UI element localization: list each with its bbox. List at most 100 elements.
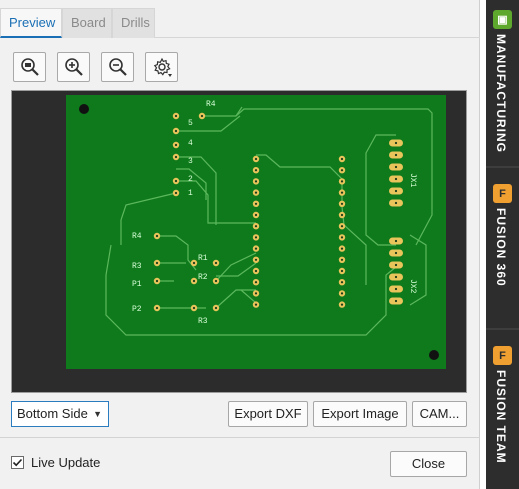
silk-label: R4 bbox=[206, 100, 216, 109]
cam-button[interactable]: CAM... bbox=[412, 401, 467, 427]
pcb-pad-hole bbox=[214, 279, 218, 283]
pcb-board: R4 5 4 3 2 1 R4 R1 R3 R2 P1 P2 R3 JX1 JX… bbox=[66, 95, 446, 369]
pcb-pad-hole bbox=[155, 261, 159, 265]
sidebar-item-fusion-team[interactable]: F FUSION TEAM bbox=[486, 338, 519, 468]
pcb-pad-hole bbox=[394, 165, 398, 169]
pcb-pad-hole bbox=[254, 191, 258, 194]
pcb-pad-hole bbox=[200, 114, 204, 118]
pcb-pad-hole bbox=[254, 281, 258, 284]
silk-label: R4 bbox=[132, 232, 142, 241]
settings-button[interactable] bbox=[145, 52, 178, 82]
pcb-pad-hole bbox=[254, 202, 258, 205]
pcb-pad-hole bbox=[214, 306, 218, 310]
silk-label: 5 bbox=[188, 119, 193, 128]
divider bbox=[486, 328, 519, 330]
pcb-pad-hole bbox=[340, 157, 344, 161]
pcb-pad-hole bbox=[254, 225, 258, 228]
mounting-hole bbox=[429, 350, 439, 360]
cam-preview-dialog: Preview Board Drills R4 5 4 3 2 1 R4 R1 … bbox=[0, 0, 480, 489]
pcb-pad-hole bbox=[394, 153, 398, 157]
pcb-pad-hole bbox=[394, 251, 398, 255]
pcb-pad-hole bbox=[340, 169, 344, 172]
pcb-pad-hole bbox=[340, 225, 344, 228]
pcb-pad-hole bbox=[174, 114, 178, 118]
zoom-fit-button[interactable] bbox=[13, 52, 46, 82]
zoom-in-button[interactable] bbox=[57, 52, 90, 82]
zoom-in-icon bbox=[64, 58, 83, 76]
pcb-pad-hole bbox=[254, 247, 258, 250]
pcb-pad-hole bbox=[155, 279, 159, 283]
tab-board[interactable]: Board bbox=[62, 8, 112, 38]
tab-preview[interactable]: Preview bbox=[0, 8, 62, 38]
pcb-pad-hole bbox=[394, 299, 398, 303]
export-image-button[interactable]: Export Image bbox=[313, 401, 407, 427]
pcb-pad-hole bbox=[254, 269, 258, 273]
silk-label: JX1 bbox=[408, 173, 417, 188]
chevron-down-icon: ▼ bbox=[93, 409, 102, 419]
silk-label: P1 bbox=[132, 280, 142, 289]
right-sidebar: ▣ MANUFACTURING F FUSION 360 F FUSION TE… bbox=[486, 0, 519, 489]
pcb-pad-hole bbox=[214, 261, 218, 265]
sidebar-item-manufacturing[interactable]: ▣ MANUFACTURING bbox=[486, 0, 519, 153]
pcb-pad-hole bbox=[394, 201, 398, 205]
pcb-pad-hole bbox=[340, 236, 344, 239]
pcb-pad-hole bbox=[174, 179, 178, 183]
fusion-team-icon: F bbox=[493, 346, 512, 365]
silk-label: R1 bbox=[198, 254, 208, 263]
silk-label: 4 bbox=[188, 139, 193, 148]
pcb-pad-hole bbox=[192, 261, 196, 265]
pcb-pad-hole bbox=[254, 213, 258, 217]
silk-label: R2 bbox=[198, 273, 208, 282]
sidebar-item-label: FUSION 360 bbox=[494, 208, 508, 287]
export-dxf-button[interactable]: Export DXF bbox=[228, 401, 308, 427]
pcb-pad-hole bbox=[192, 279, 196, 283]
divider bbox=[486, 166, 519, 168]
pcb-pad-hole bbox=[394, 141, 398, 145]
pcb-pad-hole bbox=[340, 269, 344, 273]
tab-drills[interactable]: Drills bbox=[112, 8, 155, 38]
board-preview-viewport[interactable]: R4 5 4 3 2 1 R4 R1 R3 R2 P1 P2 R3 JX1 JX… bbox=[11, 90, 467, 393]
live-update-checkbox[interactable] bbox=[11, 456, 24, 469]
pcb-pad-hole bbox=[155, 234, 159, 238]
zoom-out-icon bbox=[108, 58, 127, 76]
pcb-pad-hole bbox=[340, 258, 344, 261]
sidebar-item-label: FUSION TEAM bbox=[494, 370, 508, 464]
divider bbox=[0, 437, 480, 438]
pcb-pad-hole bbox=[340, 202, 344, 205]
pcb-pad-hole bbox=[155, 306, 159, 310]
pcb-pad-hole bbox=[174, 155, 178, 159]
pcb-pad-hole bbox=[254, 236, 258, 239]
pcb-pad-hole bbox=[394, 189, 398, 193]
close-button[interactable]: Close bbox=[390, 451, 467, 477]
pcb-pad-hole bbox=[340, 247, 344, 250]
pcb-pad-hole bbox=[340, 303, 344, 306]
pcb-pad-hole bbox=[254, 258, 258, 261]
pcb-pad-hole bbox=[394, 177, 398, 181]
silk-label: 2 bbox=[188, 175, 193, 184]
pcb-pad-hole bbox=[254, 169, 258, 172]
checkmark-icon bbox=[12, 458, 23, 467]
pcb-pad-hole bbox=[174, 143, 178, 147]
mounting-hole bbox=[79, 104, 89, 114]
pcb-pad-hole bbox=[254, 157, 258, 161]
zoom-fit-icon bbox=[20, 58, 39, 76]
pcb-pad-hole bbox=[394, 239, 398, 243]
pcb-pad-hole bbox=[394, 275, 398, 279]
sidebar-item-fusion-360[interactable]: F FUSION 360 bbox=[486, 176, 519, 306]
pcb-pad-hole bbox=[340, 180, 344, 183]
zoom-out-button[interactable] bbox=[101, 52, 134, 82]
pcb-pad-hole bbox=[394, 263, 398, 267]
live-update-label: Live Update bbox=[31, 455, 101, 470]
side-select[interactable]: Bottom Side ▼ bbox=[11, 401, 109, 427]
silk-label: P2 bbox=[132, 305, 142, 314]
sidebar-item-label: MANUFACTURING bbox=[494, 34, 508, 153]
pcb-pad-hole bbox=[174, 191, 178, 195]
pcb-pad-hole bbox=[254, 180, 258, 183]
pcb-pad-hole bbox=[340, 281, 344, 284]
pcb-pad-hole bbox=[174, 129, 178, 133]
pcb-pad-hole bbox=[340, 292, 344, 295]
pcb-pad-hole bbox=[340, 191, 344, 194]
pcb-pad-hole bbox=[254, 292, 258, 295]
silk-label: R3 bbox=[132, 262, 142, 271]
tab-bar: Preview Board Drills bbox=[0, 6, 480, 38]
